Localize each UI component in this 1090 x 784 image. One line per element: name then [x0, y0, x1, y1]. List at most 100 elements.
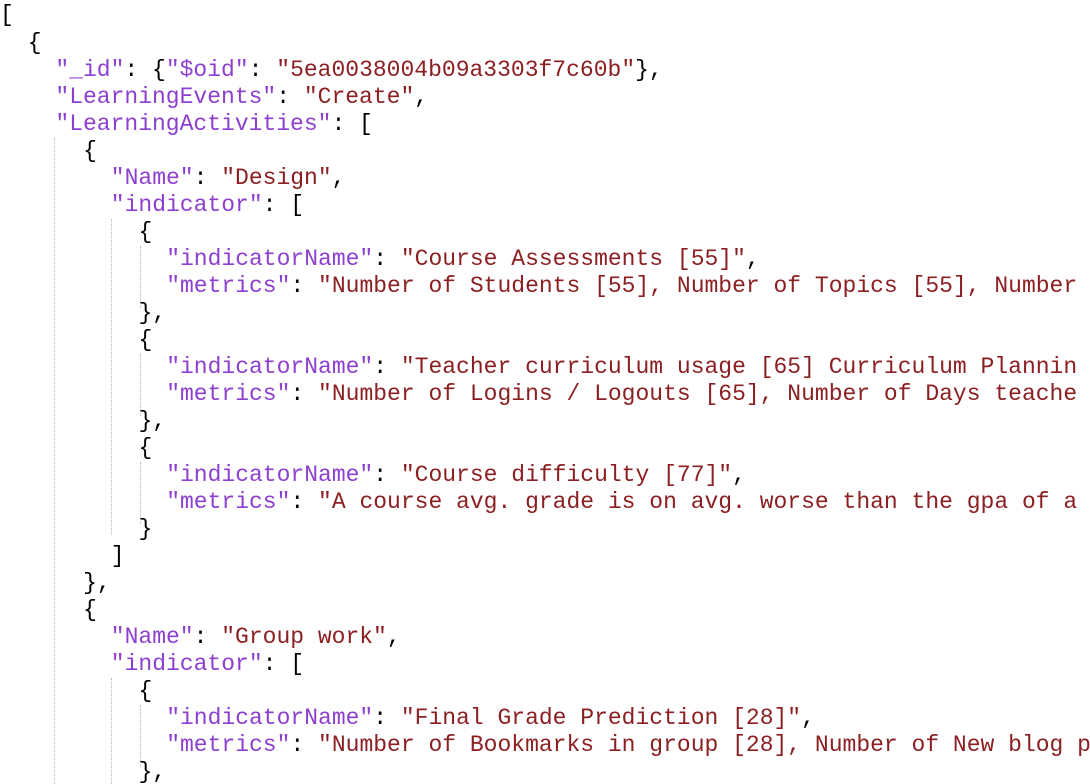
- json-punctuation: ]: [110, 543, 125, 569]
- json-key: "metrics": [166, 732, 291, 758]
- json-string: "Teacher curriculum usage [65] Curriculu…: [400, 354, 1078, 380]
- json-punctuation: :: [373, 246, 401, 272]
- code-line: "_id": {"$oid": "5ea0038004b09a3303f7c60…: [55, 57, 662, 84]
- json-key: "metrics": [166, 489, 291, 515]
- json-key: "indicator": [110, 651, 263, 677]
- json-string: "Design": [221, 165, 332, 191]
- json-punctuation: ,: [732, 462, 746, 488]
- indent-guide: [140, 246, 141, 308]
- code-line: {: [83, 138, 97, 165]
- code-line: [: [0, 2, 14, 29]
- code-line: "indicatorName": "Course difficulty [77]…: [166, 462, 746, 489]
- code-line: "indicatorName": "Final Grade Prediction…: [166, 705, 815, 732]
- json-punctuation: :: [290, 381, 319, 407]
- json-string: "Create": [303, 84, 415, 110]
- json-key: "indicator": [110, 192, 263, 218]
- json-punctuation: ,: [801, 705, 815, 731]
- code-line: "indicatorName": "Course Assessments [55…: [166, 246, 760, 273]
- json-string: "Number of Bookmarks in group [28], Numb…: [318, 732, 1090, 758]
- indent-guide: [140, 462, 141, 524]
- code-line: },: [83, 570, 111, 597]
- code-line: },: [139, 759, 167, 784]
- json-punctuation: ,: [414, 84, 429, 110]
- code-line: "indicatorName": "Teacher curriculum usa…: [166, 354, 1077, 381]
- code-line: "metrics": "Number of Students [55], Num…: [166, 273, 1077, 300]
- json-punctuation: : {: [124, 57, 166, 83]
- indent-guide: [140, 705, 141, 767]
- code-line: "LearningEvents": "Create",: [55, 84, 428, 111]
- code-line: {: [83, 597, 97, 624]
- json-punctuation: :: [290, 273, 319, 299]
- json-punctuation: : [: [262, 192, 305, 218]
- code-line: "metrics": "A course avg. grade is on av…: [166, 489, 1077, 516]
- json-punctuation: :: [248, 57, 277, 83]
- code-line: "Name": "Group work",: [111, 624, 401, 651]
- code-line: {: [139, 219, 153, 246]
- json-key: "LearningActivities": [55, 111, 332, 137]
- json-punctuation: {: [27, 30, 42, 56]
- code-line: "indicator": [: [111, 192, 304, 219]
- json-punctuation: {: [138, 219, 153, 245]
- json-punctuation: },: [138, 408, 167, 434]
- json-key: "Name": [110, 165, 194, 191]
- json-punctuation: },: [138, 759, 167, 784]
- json-key: "metrics": [166, 273, 291, 299]
- json-string: "Course difficulty [77]": [400, 462, 733, 488]
- json-punctuation: :: [290, 489, 319, 515]
- json-key: "indicatorName": [166, 462, 374, 488]
- json-string: "Course Assessments [55]": [400, 246, 746, 272]
- json-punctuation: },: [138, 300, 167, 326]
- code-line: {: [28, 30, 42, 57]
- code-line: "metrics": "Number of Logins / Logouts […: [166, 381, 1077, 408]
- json-punctuation: :: [193, 624, 222, 650]
- json-punctuation: : [: [331, 111, 373, 137]
- json-key: "indicatorName": [166, 354, 374, 380]
- indent-guide: [111, 678, 112, 784]
- code-line: {: [139, 327, 153, 354]
- json-punctuation: {: [138, 327, 153, 353]
- json-viewer: [{"_id": {"$oid": "5ea0038004b09a3303f7c…: [0, 0, 1090, 784]
- code-line: {: [139, 435, 153, 462]
- json-punctuation: },: [635, 57, 663, 83]
- code-line: },: [139, 300, 167, 327]
- json-string: "5ea0038004b09a3303f7c60b": [276, 57, 636, 83]
- json-string: "Number of Logins / Logouts [65], Number…: [318, 381, 1078, 407]
- json-punctuation: :: [193, 165, 222, 191]
- code-line: "LearningActivities": [: [55, 111, 372, 138]
- json-punctuation: ,: [745, 246, 760, 272]
- json-punctuation: :: [290, 732, 319, 758]
- code-line: {: [139, 678, 153, 705]
- code-line: "Name": "Design",: [111, 165, 346, 192]
- json-punctuation: :: [373, 354, 401, 380]
- indent-guide: [111, 219, 112, 535]
- json-key: "LearningEvents": [55, 84, 277, 110]
- indent-guide: [54, 138, 55, 784]
- code-line: "indicator": [: [111, 651, 304, 678]
- json-punctuation: {: [138, 678, 153, 704]
- json-key: "indicatorName": [166, 705, 374, 731]
- json-key: "indicatorName": [166, 246, 374, 272]
- code-line: },: [139, 408, 167, 435]
- json-punctuation: {: [83, 597, 97, 623]
- json-string: "Group work": [221, 624, 387, 650]
- json-key: "_id": [55, 57, 125, 83]
- json-key: "$oid": [165, 57, 249, 83]
- json-punctuation: :: [373, 462, 401, 488]
- code-line: "metrics": "Number of Bookmarks in group…: [166, 732, 1090, 759]
- json-punctuation: ,: [331, 165, 346, 191]
- json-punctuation: ,: [386, 624, 401, 650]
- json-punctuation: :: [276, 84, 304, 110]
- json-punctuation: [: [0, 2, 14, 28]
- json-punctuation: {: [138, 435, 153, 461]
- json-punctuation: : [: [262, 651, 305, 677]
- json-key: "Name": [110, 624, 194, 650]
- indent-guide: [140, 354, 141, 416]
- json-string: "A course avg. grade is on avg. worse th…: [318, 489, 1078, 515]
- json-punctuation: :: [373, 705, 401, 731]
- json-punctuation: },: [83, 570, 111, 596]
- json-string: "Final Grade Prediction [28]": [400, 705, 802, 731]
- json-key: "metrics": [166, 381, 291, 407]
- code-line: ]: [111, 543, 125, 570]
- json-string: "Number of Students [55], Number of Topi…: [318, 273, 1078, 299]
- json-punctuation: {: [83, 138, 97, 164]
